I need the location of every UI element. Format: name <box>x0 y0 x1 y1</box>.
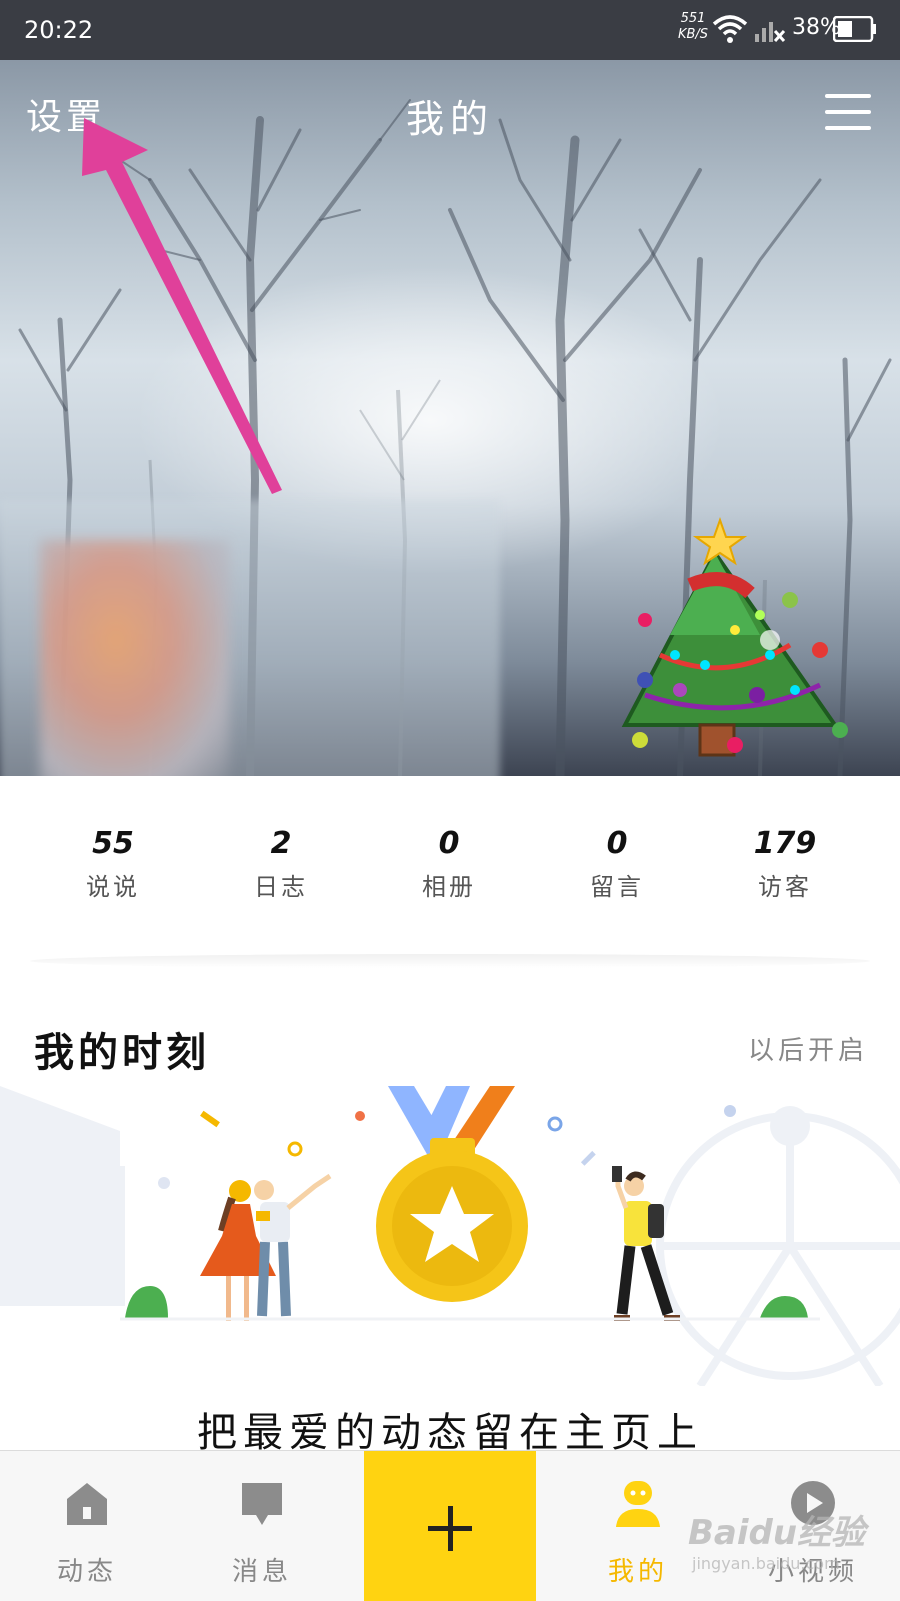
hamburger-menu-icon[interactable] <box>825 92 871 134</box>
enable-later-button[interactable]: 以后开启 <box>748 1030 868 1067</box>
stat-label: 留言 <box>590 873 644 901</box>
stat-label: 访客 <box>758 873 812 901</box>
moments-illustration <box>0 1086 900 1386</box>
play-icon <box>791 1481 835 1525</box>
moments-title: 我的时刻 <box>34 1030 210 1076</box>
tab-short-video[interactable]: 小视频 <box>728 1451 898 1601</box>
divider-shadow <box>30 954 870 968</box>
stat-label: 相册 <box>422 873 476 901</box>
profile-stats: 55 说说 2 日志 0 相册 0 留言 179 访客 <box>0 776 900 968</box>
network-speed-unit: KB/S <box>677 27 709 42</box>
stat-value: 0 <box>438 826 460 861</box>
stat-blogs[interactable]: 2 日志 <box>197 826 365 902</box>
wifi-icon <box>712 15 748 43</box>
status-bar: 20:22 551 KB/S 38% <box>0 0 900 60</box>
tab-profile[interactable]: 我的 <box>553 1451 723 1601</box>
stat-albums[interactable]: 0 相册 <box>365 826 533 902</box>
stat-label: 日志 <box>254 873 308 901</box>
profile-cover: 设置 我的 <box>0 60 900 776</box>
tab-feed[interactable]: 动态 <box>2 1451 172 1601</box>
page-title: 我的 <box>405 97 494 141</box>
network-speed: 551 KB/S <box>676 11 710 43</box>
tab-label: 消息 <box>231 1557 292 1587</box>
christmas-tree-decoration <box>621 516 848 757</box>
tab-label: 小视频 <box>767 1557 858 1587</box>
profile-icon <box>616 1481 660 1527</box>
bottom-nav: 动态 消息 我的 小视频 <box>0 1450 900 1601</box>
stat-value: 179 <box>753 826 817 861</box>
plus-button[interactable] <box>364 1451 536 1601</box>
stat-messages[interactable]: 0 留言 <box>533 826 701 902</box>
avatar[interactable] <box>40 540 230 776</box>
network-speed-value: 551 <box>680 11 706 26</box>
status-time: 20:22 <box>24 16 94 44</box>
stat-visitors[interactable]: 179 访客 <box>701 826 869 902</box>
tab-label: 动态 <box>56 1557 117 1587</box>
home-icon <box>67 1483 107 1525</box>
tab-label: 我的 <box>607 1557 668 1587</box>
tab-messages[interactable]: 消息 <box>177 1451 347 1601</box>
stat-label: 说说 <box>86 873 140 901</box>
plus-icon-vertical <box>448 1506 453 1551</box>
stat-posts[interactable]: 55 说说 <box>29 826 197 902</box>
signal-icon <box>755 22 786 43</box>
message-icon <box>242 1483 282 1525</box>
stat-value: 2 <box>270 826 292 861</box>
battery-icon <box>833 16 876 42</box>
stat-value: 0 <box>606 826 628 861</box>
stat-value: 55 <box>92 826 134 861</box>
